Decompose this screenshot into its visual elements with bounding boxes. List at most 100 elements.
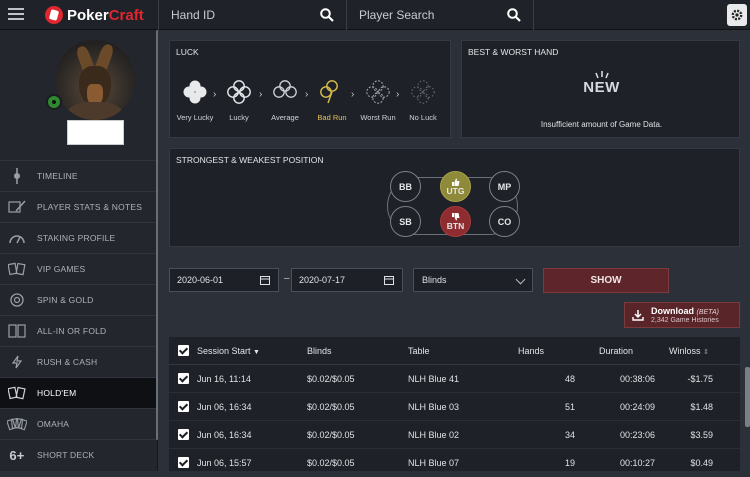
select-all-checkbox[interactable] — [177, 345, 189, 356]
sidebar-item-all-in-or-fold[interactable]: ALL-IN OR FOLD — [0, 315, 158, 346]
sparkle-icon — [594, 71, 609, 79]
clover-icon — [320, 80, 338, 104]
table-scrollbar[interactable] — [745, 367, 750, 427]
download-label: Download — [651, 306, 694, 316]
chip-icon — [6, 292, 28, 308]
row-checkbox[interactable] — [177, 429, 189, 440]
position-mp: MP — [489, 171, 520, 202]
column-hands[interactable]: Hands — [498, 346, 575, 356]
panel-title: BEST & WORST HAND — [468, 47, 559, 57]
shortdeck-icon: 6+ — [9, 447, 25, 463]
sidebar-item-label: SPIN & GOLD — [37, 295, 94, 305]
date-from-input[interactable]: 2020-06-01 — [169, 268, 279, 292]
clover-icon — [183, 80, 207, 104]
sort-icon: ⇕ — [703, 348, 709, 356]
hand-id-search — [158, 0, 346, 30]
table-row[interactable]: Jun 06, 15:57 $0.02/$0.05 NLH Blue 07 19… — [169, 449, 740, 477]
blinds-select[interactable]: Blinds — [413, 268, 533, 292]
holdem-icon — [6, 385, 28, 401]
row-checkbox[interactable] — [177, 401, 189, 412]
cell-winloss: $3.59 — [690, 429, 713, 440]
sort-desc-icon: ▼ — [253, 348, 260, 356]
table-row[interactable]: Jun 06, 16:34 $0.02/$0.05 NLH Blue 03 51… — [169, 393, 740, 421]
settings-button[interactable] — [727, 4, 747, 26]
search-icon[interactable] — [507, 8, 521, 22]
sidebar-item-spin-gold[interactable]: SPIN & GOLD — [0, 284, 158, 315]
gauge-icon — [6, 230, 28, 246]
player-name-box — [67, 120, 124, 145]
sidebar-item-player-stats[interactable]: PLAYER STATS & NOTES — [0, 191, 158, 222]
sidebar-item-rush-cash[interactable]: RUSH & CASH — [0, 346, 158, 377]
sidebar-item-omaha[interactable]: OMAHA — [0, 408, 158, 439]
cell-hands: 34 — [564, 429, 575, 440]
gear-icon — [731, 9, 743, 21]
sidebar-item-label: STAKING PROFILE — [37, 233, 116, 243]
position-btn-weakest: BTN — [440, 206, 471, 237]
column-winloss[interactable]: Winloss ⇕ — [655, 346, 713, 356]
menu-icon[interactable] — [8, 8, 24, 22]
pokercraft-logo-icon — [45, 6, 63, 24]
table-row[interactable]: Jun 16, 11:14 $0.02/$0.05 NLH Blue 41 48… — [169, 365, 740, 393]
sidebar: TIMELINE PLAYER STATS & NOTES STAKING PR… — [0, 30, 158, 471]
position-co: CO — [489, 206, 520, 237]
row-checkbox[interactable] — [177, 373, 189, 384]
column-blinds[interactable]: Blinds — [307, 346, 408, 356]
luck-level-label: Lucky — [229, 113, 249, 122]
allin-icon — [6, 323, 28, 339]
main-content: LUCK Very Lucky › Lucky › Average › Bad … — [158, 30, 750, 477]
status-badge-icon — [46, 94, 62, 110]
insufficient-data-message: Insufficient amount of Game Data. — [540, 120, 663, 129]
luck-level-lucky: Lucky — [214, 79, 264, 122]
cell-table: NLH Blue 02 — [408, 429, 460, 440]
position-panel: STRONGEST & WEAKEST POSITION BB UTG MP S… — [169, 148, 740, 247]
cell-blinds: $0.02/$0.05 — [307, 457, 355, 468]
show-button[interactable]: SHOW — [543, 268, 669, 293]
hand-id-input[interactable] — [171, 6, 311, 24]
cell-hands: 51 — [564, 401, 575, 412]
sidebar-item-vip-games[interactable]: VIP GAMES — [0, 253, 158, 284]
sidebar-item-holdem[interactable]: HOLD'EM — [0, 377, 158, 408]
luck-level-no-luck: No Luck — [398, 79, 448, 122]
calendar-icon[interactable] — [384, 275, 394, 285]
row-checkbox[interactable] — [177, 457, 189, 468]
sidebar-item-staking-profile[interactable]: STAKING PROFILE — [0, 222, 158, 253]
column-session-start[interactable]: Session Start ▼ — [197, 346, 307, 356]
luck-level-label: Bad Run — [317, 113, 347, 122]
avatar[interactable] — [55, 40, 135, 120]
search-icon[interactable] — [320, 8, 334, 22]
chevron-down-icon — [515, 274, 526, 285]
luck-level-label: No Luck — [409, 113, 437, 122]
cell-hands: 19 — [564, 457, 575, 468]
player-search-input[interactable] — [359, 6, 499, 24]
date-to-input[interactable]: 2020-07-17 — [291, 268, 403, 292]
panel-title: STRONGEST & WEAKEST POSITION — [176, 155, 324, 165]
cell-duration: 00:10:27 — [619, 457, 655, 468]
date-range-separator: – — [284, 273, 290, 284]
timeline-icon — [6, 168, 28, 184]
sidebar-item-label: ALL-IN OR FOLD — [37, 326, 107, 336]
column-table[interactable]: Table — [408, 346, 498, 356]
beta-tag: (BETA) — [696, 309, 719, 316]
cell-table: NLH Blue 41 — [408, 373, 460, 384]
cards-icon — [6, 261, 28, 277]
cell-session-start: Jun 06, 16:34 — [197, 401, 252, 412]
cell-duration: 00:24:09 — [619, 401, 655, 412]
sidebar-item-label: SHORT DECK — [37, 450, 95, 460]
table-row[interactable]: Jun 06, 16:34 $0.02/$0.05 NLH Blue 02 34… — [169, 421, 740, 449]
cell-hands: 48 — [564, 373, 575, 384]
best-worst-hand-panel: BEST & WORST HAND NEW Insufficient amoun… — [461, 40, 740, 138]
calendar-icon[interactable] — [260, 275, 270, 285]
sidebar-item-label: HOLD'EM — [37, 388, 77, 398]
column-duration[interactable]: Duration — [575, 346, 655, 356]
sidebar-item-short-deck[interactable]: 6+ SHORT DECK — [0, 439, 158, 470]
cell-duration: 00:38:06 — [619, 373, 655, 384]
download-button[interactable]: Download (BETA) 2,342 Game Histories — [624, 302, 740, 328]
sidebar-item-label: TIMELINE — [37, 171, 78, 181]
logo-text-poker: Poker — [67, 6, 109, 24]
cell-table: NLH Blue 07 — [408, 457, 460, 468]
app-logo[interactable]: Poker Craft — [45, 5, 144, 25]
clover-icon — [411, 80, 435, 104]
sidebar-item-timeline[interactable]: TIMELINE — [0, 160, 158, 191]
luck-panel: LUCK Very Lucky › Lucky › Average › Bad … — [169, 40, 451, 138]
position-bb: BB — [390, 171, 421, 202]
